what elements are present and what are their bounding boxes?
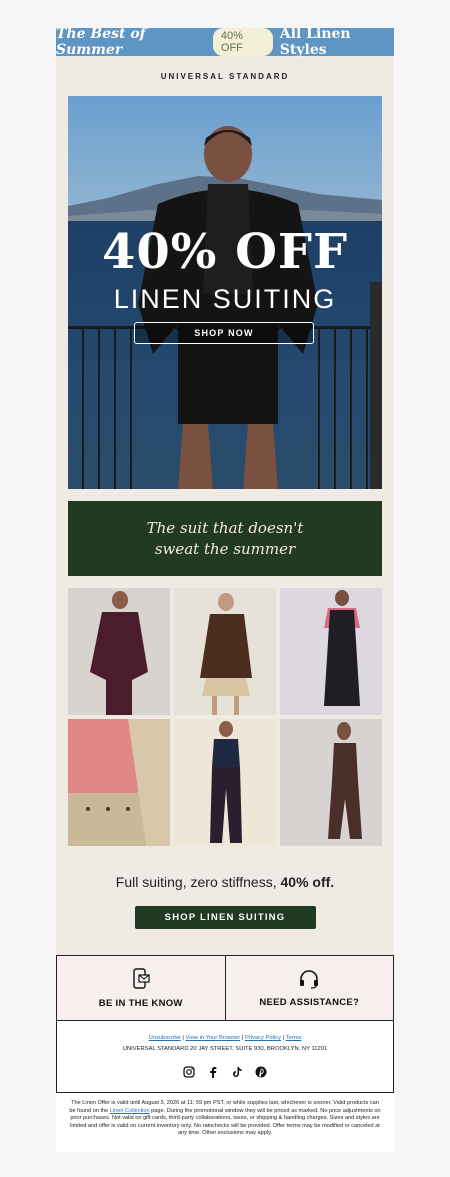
product-photo — [174, 719, 276, 846]
product-photo — [174, 588, 276, 715]
quote-line-1: The suit that doesn't — [146, 518, 304, 537]
product-tile[interactable] — [68, 719, 170, 846]
tagline-bold: 40% off. — [280, 874, 335, 890]
privacy-policy-link[interactable]: Privacy Policy — [245, 1035, 281, 1041]
unsubscribe-link[interactable]: Unsubscribe — [149, 1035, 181, 1041]
linen-collection-link[interactable]: Linen Collection — [110, 1108, 150, 1114]
banner-right-text: All Linen Styles — [279, 26, 351, 58]
product-photo — [68, 719, 170, 846]
legal-disclaimer: The Linen Offer is valid until August 3,… — [56, 1093, 394, 1152]
phone-mail-icon — [133, 967, 150, 989]
footer: BE IN THE KNOW NEED ASSISTANCE? Unsubscr… — [56, 955, 394, 1093]
banner-left-text: The Best of Summer — [56, 26, 146, 58]
tagline-text: Full suiting, zero stiffness, — [115, 874, 281, 890]
quote-line-2: sweat the summer — [154, 539, 296, 558]
product-tile[interactable] — [174, 588, 276, 715]
product-photo — [68, 588, 170, 715]
footer-split: BE IN THE KNOW NEED ASSISTANCE? — [57, 956, 393, 1021]
product-tile[interactable] — [68, 588, 170, 715]
facebook-icon[interactable] — [207, 1066, 219, 1078]
quote-block: The suit that doesn't sweat the summer — [68, 501, 382, 576]
hero-image[interactable]: 40% OFF LINEN SUITING SHOP NOW — [68, 96, 382, 489]
social-icons — [57, 1066, 393, 1092]
product-photo — [280, 588, 382, 715]
be-in-the-know-label: BE IN THE KNOW — [98, 997, 183, 1009]
promo-banner[interactable]: The Best of Summer 40% OFF All Linen Sty… — [56, 26, 394, 58]
view-in-browser-link[interactable]: View in Your Browser — [186, 1035, 241, 1041]
hero-subheadline: LINEN SUITING — [113, 284, 337, 314]
product-tile[interactable] — [280, 588, 382, 715]
pinterest-icon[interactable] — [255, 1066, 267, 1078]
brand-logo[interactable]: UNIVERSAL STANDARD — [56, 56, 394, 96]
be-in-the-know-link[interactable]: BE IN THE KNOW — [57, 956, 226, 1020]
hero-headline: 40% OFF — [101, 224, 349, 280]
need-assistance-link[interactable]: NEED ASSISTANCE? — [226, 956, 394, 1020]
shop-linen-suiting-button[interactable]: SHOP LINEN SUITING — [134, 906, 316, 929]
shop-now-button[interactable]: SHOP NOW — [134, 322, 314, 344]
discount-pill: 40% OFF — [212, 28, 273, 56]
product-grid — [68, 588, 382, 846]
terms-link[interactable]: Terms — [286, 1035, 302, 1041]
email-body: The Best of Summer 40% OFF All Linen Sty… — [56, 26, 394, 1152]
main-section: UNIVERSAL STANDARD 40% OFF LINEN SUITING… — [56, 56, 394, 955]
product-photo — [280, 719, 382, 846]
company-address: UNIVERSAL STANDARD 20 JAY STREET, SUITE … — [122, 1046, 328, 1052]
product-tile[interactable] — [174, 719, 276, 846]
product-tile[interactable] — [280, 719, 382, 846]
need-assistance-label: NEED ASSISTANCE? — [259, 996, 360, 1008]
tagline: Full suiting, zero stiffness, 40% off. — [56, 874, 394, 890]
headset-icon — [300, 969, 319, 989]
tiktok-icon[interactable] — [231, 1066, 243, 1078]
footer-links: Unsubscribe | View in Your Browser | Pri… — [148, 1035, 302, 1041]
instagram-icon[interactable] — [183, 1066, 195, 1078]
